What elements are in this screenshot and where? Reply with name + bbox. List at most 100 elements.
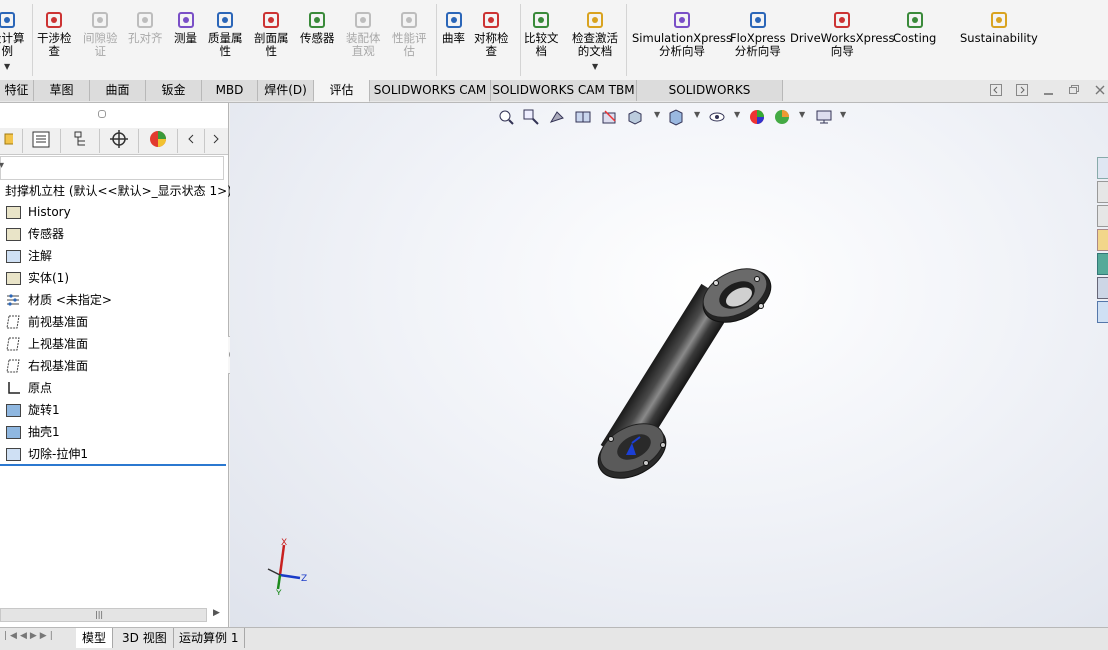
- configuration-manager-tab-icon[interactable]: [61, 129, 100, 153]
- feature-tree-item[interactable]: 切除-拉伸1: [0, 443, 226, 465]
- driveworksxpress-button[interactable]: DriveWorksXpress 向导: [790, 10, 894, 58]
- curvature-button[interactable]: 曲率: [442, 10, 465, 45]
- tab-motion-study-1[interactable]: 运动算例 1: [173, 628, 246, 648]
- feature-tree-filter-input[interactable]: ▾: [0, 156, 224, 180]
- feature-tree-root[interactable]: 封撑机立柱 (默认<<默认>_显示状态 1>): [5, 180, 232, 202]
- display-manager-tab-icon[interactable]: [139, 129, 178, 153]
- performance-evaluation-button[interactable]: 性能评 估: [392, 10, 427, 58]
- feature-tree-item[interactable]: 上视基准面: [0, 333, 226, 355]
- measure-button[interactable]: 测量: [174, 10, 197, 45]
- tab-weldments[interactable]: 焊件(D): [258, 80, 314, 101]
- panel-tab-scroll-left-icon[interactable]: [178, 129, 205, 153]
- design-study-dropdown-caret[interactable]: ▼: [4, 62, 10, 71]
- clearance-verification-button[interactable]: 间隙验 证: [83, 10, 118, 58]
- tab-solidworks-cam-tbm[interactable]: SOLIDWORKS CAM TBM: [491, 80, 637, 101]
- check-active-document-button[interactable]: 检查激活 的文档: [572, 10, 618, 58]
- hide-show-dropdown-icon[interactable]: ▼: [734, 110, 740, 119]
- horizontal-scrollbar[interactable]: |||: [0, 608, 207, 622]
- edit-appearance-icon[interactable]: [748, 108, 766, 129]
- previous-view-icon[interactable]: [548, 108, 566, 129]
- display-style-icon[interactable]: [667, 108, 685, 129]
- hide-show-items-icon[interactable]: [708, 108, 726, 129]
- restore-icon[interactable]: [1068, 84, 1080, 99]
- task-pane-resources-icon[interactable]: [1097, 181, 1108, 203]
- tab-features[interactable]: 特征: [0, 80, 34, 101]
- minimize-icon[interactable]: [1043, 84, 1055, 99]
- tab-mbd[interactable]: MBD: [202, 80, 258, 101]
- tab-surfaces[interactable]: 曲面: [90, 80, 146, 101]
- reference-triad[interactable]: X Z Y: [260, 535, 310, 595]
- feature-tree-item[interactable]: 前视基准面: [0, 311, 226, 333]
- view-orientation-dropdown-icon[interactable]: ▼: [654, 110, 660, 119]
- tab-solidworks-cam[interactable]: SOLIDWORKS CAM: [370, 80, 491, 101]
- tab-model[interactable]: 模型: [76, 628, 114, 648]
- task-pane-home-icon[interactable]: [1097, 157, 1108, 179]
- tab-scroll-left-icon[interactable]: [990, 84, 1002, 99]
- section-view-icon[interactable]: [574, 108, 592, 129]
- dynamic-annotation-view-icon[interactable]: [600, 108, 618, 129]
- panel-tab-scroll-right-icon[interactable]: [205, 129, 227, 153]
- apply-scene-icon[interactable]: [773, 108, 791, 129]
- tab-3d-view[interactable]: 3D 视图: [116, 628, 174, 648]
- zoom-to-fit-icon[interactable]: [497, 108, 515, 129]
- revolve-feature-icon: [5, 402, 22, 418]
- annotations-icon: [5, 248, 22, 264]
- feature-tree-item[interactable]: 传感器: [0, 223, 226, 245]
- design-study-button[interactable]: 设计算 例: [0, 10, 25, 58]
- ribbon-button-label: Costing: [893, 31, 937, 45]
- costing-button[interactable]: Costing: [893, 10, 936, 45]
- feature-tree-item[interactable]: 实体(1): [0, 267, 226, 289]
- check-document-dropdown-caret[interactable]: ▼: [592, 62, 598, 71]
- triad-x-label: X: [281, 538, 287, 548]
- dimxpert-manager-tab-icon[interactable]: [100, 129, 139, 153]
- feature-tree-item[interactable]: 注解: [0, 245, 226, 267]
- sustainability-button[interactable]: Sustainability: [960, 10, 1038, 45]
- apply-scene-dropdown-icon[interactable]: ▼: [799, 110, 805, 119]
- task-pane-file-explorer-icon[interactable]: [1097, 229, 1108, 251]
- task-pane-view-palette-icon[interactable]: [1097, 253, 1108, 275]
- task-pane-appearances-icon[interactable]: [1097, 277, 1108, 299]
- view-orientation-icon[interactable]: [626, 108, 644, 129]
- tab-sheet-metal[interactable]: 钣金: [146, 80, 202, 101]
- close-icon[interactable]: [1094, 84, 1106, 99]
- sensor-button[interactable]: 传感器: [300, 10, 335, 45]
- panel-splitter-grip[interactable]: [98, 110, 106, 118]
- hole-alignment-button[interactable]: 孔对齐: [128, 10, 163, 45]
- scroll-right-icon[interactable]: ▶: [213, 608, 220, 618]
- mass-properties-button[interactable]: 质量属 性: [208, 10, 243, 58]
- compare-documents-button[interactable]: 比较文 档: [524, 10, 559, 58]
- feature-tree-item-label: History: [28, 205, 71, 219]
- task-pane-design-library-icon[interactable]: [1097, 205, 1108, 227]
- column-model[interactable]: [589, 259, 779, 489]
- tab-sketch[interactable]: 草图: [34, 80, 90, 101]
- scrollbar-grip[interactable]: |||: [95, 609, 105, 621]
- feature-tree-item[interactable]: 材质 <未指定>: [0, 289, 226, 311]
- interference-check-button[interactable]: 干涉检 查: [37, 10, 72, 58]
- graphics-area[interactable]: X Z Y: [230, 103, 1108, 627]
- feature-tree-item-label: 抽壳1: [28, 425, 60, 439]
- feature-tree-item[interactable]: 右视基准面: [0, 355, 226, 377]
- tab-navigation-arrows[interactable]: |◀◀▶▶|: [4, 631, 56, 641]
- tab-solidworks-inspection[interactable]: SOLIDWORKS Inspection: [637, 80, 783, 118]
- feature-tree-item[interactable]: History: [0, 201, 226, 223]
- property-manager-tab-icon[interactable]: [22, 129, 61, 153]
- feature-manager-tab-icon[interactable]: [0, 129, 23, 153]
- symmetry-check-button[interactable]: 对称检 查: [474, 10, 509, 58]
- floxpress-button[interactable]: FloXpress 分析向导: [730, 10, 786, 58]
- tab-evaluate[interactable]: 评估: [314, 80, 370, 102]
- rollback-bar[interactable]: [0, 464, 226, 466]
- task-pane-custom-properties-icon[interactable]: [1097, 301, 1108, 323]
- feature-tree-item[interactable]: 旋转1: [0, 399, 226, 421]
- display-style-dropdown-icon[interactable]: ▼: [694, 110, 700, 119]
- tab-scroll-right-icon[interactable]: [1016, 84, 1028, 99]
- view-settings-icon[interactable]: [815, 108, 833, 129]
- section-properties-button[interactable]: 剖面属 性: [254, 10, 289, 58]
- view-settings-dropdown-icon[interactable]: ▼: [840, 110, 846, 119]
- feature-tree-item[interactable]: 抽壳1: [0, 421, 226, 443]
- zoom-to-area-icon[interactable]: [522, 108, 540, 129]
- feature-tree-item[interactable]: 原点: [0, 377, 226, 399]
- sensor-icon: [307, 10, 327, 30]
- assembly-visualization-button[interactable]: 装配体 直观: [346, 10, 381, 58]
- model-view[interactable]: [230, 103, 1108, 627]
- simulationxpress-button[interactable]: SimulationXpress 分析向导: [632, 10, 732, 58]
